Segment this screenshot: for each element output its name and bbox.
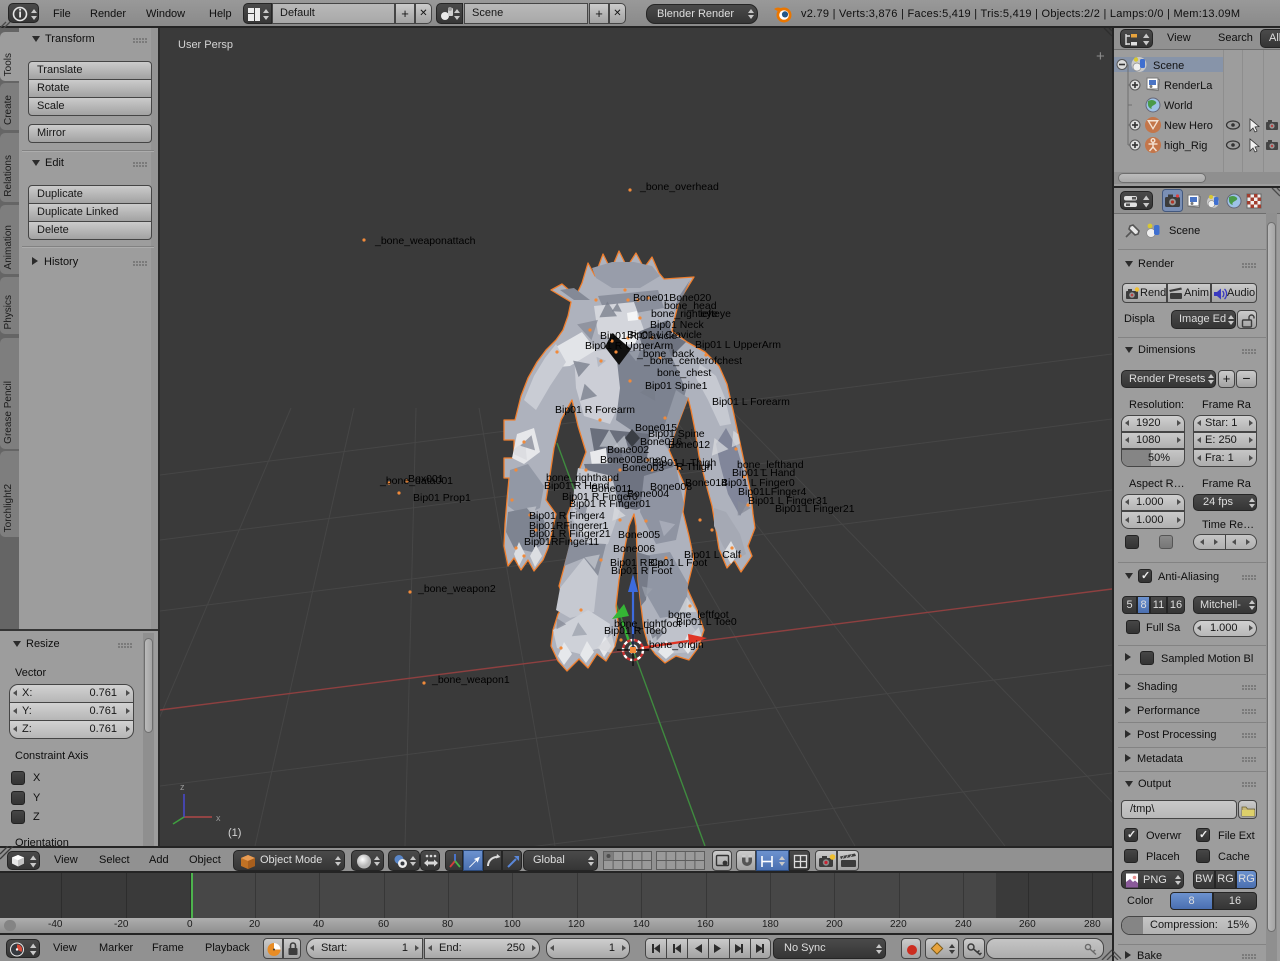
svg-text:RenderLa: RenderLa xyxy=(1164,80,1213,92)
svg-text:_bone_centerofchest: _bone_centerofchest xyxy=(643,355,742,367)
svg-text:_bone_overhead: _bone_overhead xyxy=(639,181,719,193)
svg-text:high_Rig: high_Rig xyxy=(1164,140,1207,152)
svg-text:Bip01 R Toe0: Bip01 R Toe0 xyxy=(604,625,667,637)
svg-text:Bip01RFinger11: Bip01RFinger11 xyxy=(524,536,599,548)
svg-text:(1): (1) xyxy=(228,827,241,839)
svg-text:Bip01 Prop1: Bip01 Prop1 xyxy=(413,492,471,504)
svg-text:User Persp: User Persp xyxy=(178,39,233,51)
svg-text:_bone_weaponattach: _bone_weaponattach xyxy=(374,235,476,247)
svg-text:Bip01 L UpperArm: Bip01 L UpperArm xyxy=(695,339,781,351)
svg-text:Bip01 R Foot: Bip01 R Foot xyxy=(611,565,672,577)
svg-text:_bone_weapon2: _bone_weapon2 xyxy=(417,583,496,595)
svg-text:Bip01 R Finger01: Bip01 R Finger01 xyxy=(569,498,651,510)
svg-text:Bip01 L Forearm: Bip01 L Forearm xyxy=(712,396,790,408)
svg-text:New Hero: New Hero xyxy=(1164,120,1213,132)
svg-text:Scene: Scene xyxy=(1153,60,1184,72)
svg-text:Bip01 L Toe0: Bip01 L Toe0 xyxy=(676,616,737,628)
svg-text:lefteye: lefteye xyxy=(700,308,731,320)
svg-text:Bip01 L Finger21: Bip01 L Finger21 xyxy=(775,503,855,515)
svg-text:_bone_weapon1: _bone_weapon1 xyxy=(431,674,510,686)
svg-text:Bone012: Bone012 xyxy=(668,439,710,451)
svg-text:x: x xyxy=(216,813,221,823)
svg-text:Bip01 Spine1: Bip01 Spine1 xyxy=(645,380,708,392)
svg-text:+: + xyxy=(1096,48,1105,65)
svg-text:_bone_origin: _bone_origin xyxy=(642,639,704,651)
svg-text:z: z xyxy=(180,782,185,792)
svg-text:Box001: Box001 xyxy=(408,473,444,485)
svg-text:Bone006: Bone006 xyxy=(613,543,655,555)
svg-text:Bone003: Bone003 xyxy=(622,462,664,474)
svg-text:bone_chest: bone_chest xyxy=(657,367,711,379)
svg-text:World: World xyxy=(1164,100,1193,112)
svg-text:Bone005: Bone005 xyxy=(618,529,660,541)
svg-text:R Thigh: R Thigh xyxy=(676,461,713,473)
svg-text:Bip01 R Forearm: Bip01 R Forearm xyxy=(555,404,635,416)
